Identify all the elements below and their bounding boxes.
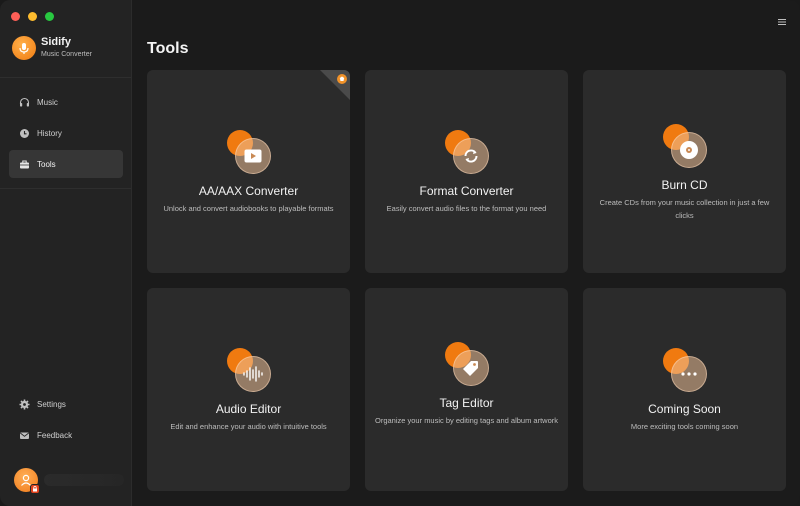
sidebar-item-settings[interactable]: Settings (9, 390, 123, 418)
hamburger-menu-icon[interactable] (778, 13, 786, 25)
app-brand: Sidify Music Converter (12, 36, 92, 60)
tool-card-description: Easily convert audio files to the format… (386, 204, 547, 213)
zoom-window-button[interactable] (45, 12, 54, 21)
tool-card-title: AA/AAX Converter (198, 184, 299, 198)
headphones-icon (19, 97, 30, 108)
sidebar-divider (0, 77, 131, 78)
sidebar-item-label: Feedback (37, 430, 73, 440)
tool-card-burn-cd[interactable]: Burn CD Create CDs from your music colle… (583, 70, 786, 273)
sidebar-item-label: History (37, 128, 62, 138)
user-name-placeholder (44, 474, 124, 486)
disc-icon (662, 124, 707, 168)
sidebar: Sidify Music Converter Music History Too… (0, 0, 132, 506)
sidebar-divider (0, 188, 131, 189)
tool-card-aa-aax-converter[interactable]: AA/AAX Converter Unlock and convert audi… (147, 70, 350, 273)
tool-card-audio-editor[interactable]: Audio Editor Edit and enhance your audio… (147, 288, 350, 491)
sidebar-item-label: Settings (37, 399, 66, 409)
play-icon (226, 130, 271, 174)
tool-card-format-converter[interactable]: Format Converter Easily convert audio fi… (365, 70, 568, 273)
waveform-icon (226, 348, 271, 392)
account-badge-icon (30, 484, 40, 494)
tool-card-coming-soon: Coming Soon More exciting tools coming s… (583, 288, 786, 491)
tool-card-description: Organize your music by editing tags and … (375, 416, 559, 425)
sidebar-item-history[interactable]: History (9, 119, 123, 147)
tool-card-description: Create CDs from your music collection in… (599, 198, 770, 220)
tool-card-title: Burn CD (661, 178, 708, 192)
sidebar-item-label: Tools (37, 159, 56, 169)
page-title: Tools (147, 40, 189, 57)
tool-card-title: Coming Soon (648, 402, 721, 416)
app-logo-icon (12, 36, 36, 60)
tool-card-tag-editor[interactable]: Tag Editor Organize your music by editin… (365, 288, 568, 491)
sidebar-item-music[interactable]: Music (9, 88, 123, 116)
tag-icon (444, 342, 489, 386)
premium-badge-icon (320, 70, 350, 100)
toolbox-icon (19, 159, 30, 170)
close-window-button[interactable] (11, 12, 20, 21)
tool-card-description: Edit and enhance your audio with intuiti… (170, 422, 327, 431)
app-name: Sidify (41, 36, 71, 48)
sidebar-item-label: Music (37, 97, 58, 107)
more-icon (662, 348, 707, 392)
gear-icon (19, 399, 30, 410)
mail-icon (19, 430, 30, 441)
refresh-icon (444, 130, 489, 174)
tool-card-description: Unlock and convert audiobooks to playabl… (163, 204, 334, 213)
minimize-window-button[interactable] (28, 12, 37, 21)
tool-card-title: Audio Editor (215, 402, 282, 416)
avatar[interactable] (14, 468, 40, 494)
clock-icon (19, 128, 30, 139)
sidebar-item-feedback[interactable]: Feedback (9, 421, 123, 449)
sidebar-item-tools[interactable]: Tools (9, 150, 123, 178)
app-window: Sidify Music Converter Music History Too… (0, 0, 800, 506)
tool-card-title: Format Converter (419, 184, 514, 198)
tool-card-description: More exciting tools coming soon (630, 422, 739, 431)
window-controls (11, 12, 54, 21)
tool-card-title: Tag Editor (439, 396, 494, 410)
app-subtitle: Music Converter (41, 51, 92, 58)
